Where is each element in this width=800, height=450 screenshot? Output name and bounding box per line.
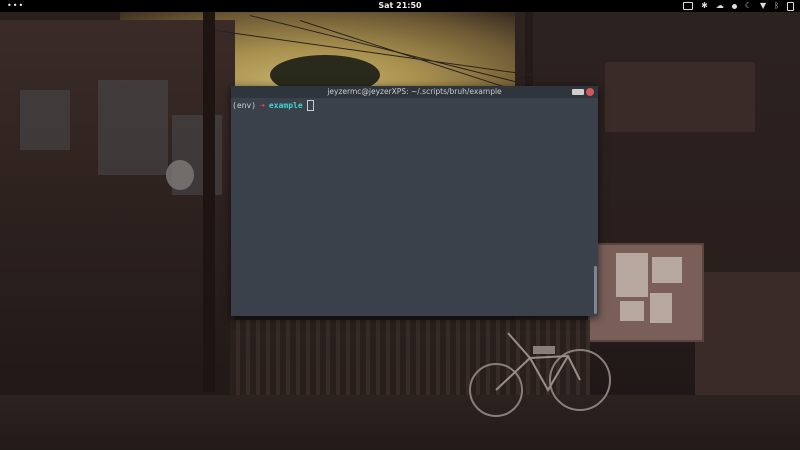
cloud-icon[interactable]: ☁ [716,0,724,12]
scrollbar[interactable] [594,266,597,314]
bluetooth-icon[interactable]: ᛒ [774,0,779,12]
terminal-titlebar[interactable]: jeyzermc@jeyzerXPS: ~/.scripts/bruh/exam… [231,86,598,98]
screen-icon[interactable] [683,2,694,10]
settings-icon[interactable]: ✱ [701,0,708,12]
record-icon[interactable] [731,3,737,9]
close-button[interactable] [586,88,594,96]
ground [0,395,800,450]
utility-pole [203,12,215,392]
minimize-button[interactable] [572,89,584,95]
window-title: jeyzermc@jeyzerXPS: ~/.scripts/bruh/exam… [327,87,502,96]
terminal-body[interactable]: (env) ➜ example [231,98,598,111]
text-cursor [306,100,314,111]
wallpaper-house-left [0,20,235,450]
wifi-icon[interactable]: ▼ [760,0,766,12]
prompt-env: (env) [232,101,257,110]
prompt-directory: example [268,101,303,110]
system-tray[interactable]: ✱ ☁ ☾ ▼ ᛒ [683,0,794,12]
bicycle [469,332,611,417]
top-bar: ••• Sat 21:50 ✱ ☁ ☾ ▼ ᛒ [0,0,800,12]
night-mode-icon[interactable]: ☾ [745,0,752,12]
terminal-window[interactable]: jeyzermc@jeyzerXPS: ~/.scripts/bruh/exam… [231,86,598,316]
clock[interactable]: Sat 21:50 [0,0,800,12]
satellite-dish [166,160,194,190]
battery-icon[interactable] [787,1,794,11]
prompt-arrow-icon: ➜ [260,101,265,110]
